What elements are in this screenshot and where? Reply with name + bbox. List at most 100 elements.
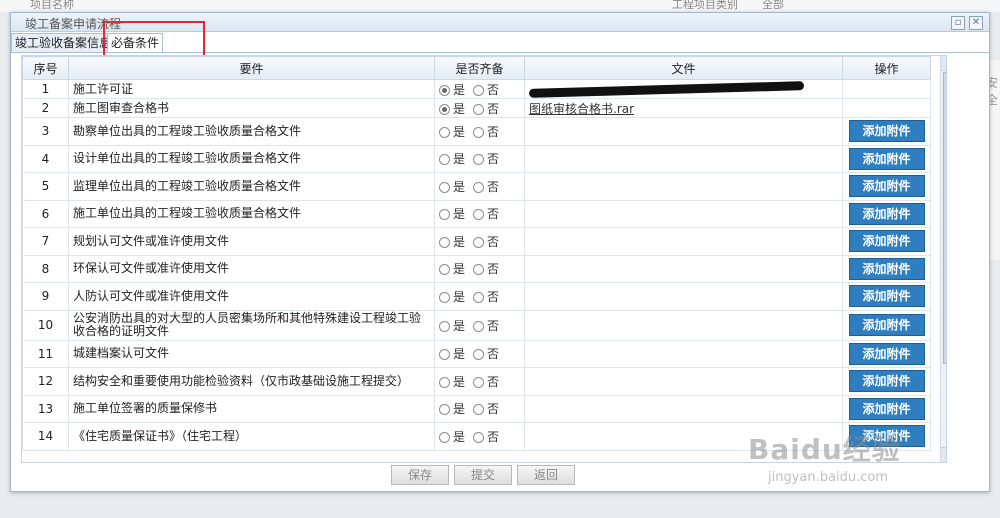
option-yes[interactable]: 是 <box>439 178 465 195</box>
row-requirement: 城建档案认可文件 <box>68 339 435 368</box>
row-action <box>842 98 931 118</box>
submit-button[interactable]: 提交 <box>454 465 512 485</box>
radio-yes[interactable] <box>439 209 450 221</box>
scrollbar-thumb[interactable] <box>943 72 946 364</box>
radio-no[interactable] <box>473 404 485 416</box>
option-yes[interactable]: 是 <box>439 81 465 98</box>
radio-no[interactable] <box>473 291 485 303</box>
option-no[interactable]: 否 <box>473 400 499 417</box>
option-yes[interactable]: 是 <box>439 123 465 140</box>
radio-yes[interactable] <box>439 376 450 388</box>
save-button[interactable]: 保存 <box>391 465 449 485</box>
option-yes[interactable]: 是 <box>439 428 465 445</box>
row-file <box>524 144 843 173</box>
tab-acceptance-info[interactable]: 竣工验收备案信息 <box>11 33 116 52</box>
option-yes[interactable]: 是 <box>439 345 465 362</box>
table-row: 1 施工许可证是否 <box>22 79 931 99</box>
radio-no[interactable] <box>473 349 485 361</box>
option-no[interactable]: 否 <box>473 260 499 277</box>
row-complete-options: 是否 <box>434 367 525 396</box>
radio-yes[interactable] <box>439 264 450 276</box>
radio-yes[interactable] <box>439 181 450 193</box>
bg-field-label-category: 工程项目类别 <box>672 0 738 11</box>
add-attachment-button[interactable]: 添加附件 <box>848 370 925 393</box>
radio-yes[interactable] <box>439 126 450 138</box>
radio-yes[interactable] <box>439 103 450 115</box>
bg-field-label-name: 项目名称 <box>30 0 74 11</box>
option-no[interactable]: 否 <box>473 205 499 222</box>
vertical-scrollbar[interactable]: ▲ ▼ <box>940 56 946 462</box>
radio-no[interactable] <box>473 209 485 221</box>
option-yes[interactable]: 是 <box>439 373 465 390</box>
radio-yes[interactable] <box>439 320 450 332</box>
option-yes[interactable]: 是 <box>439 288 465 305</box>
row-requirement: 公安消防出具的对大型的人员密集场所和其他特殊建设工程竣工验收合格的证明文件 <box>68 309 435 341</box>
add-attachment-button[interactable]: 添加附件 <box>848 147 925 170</box>
option-no[interactable]: 否 <box>473 123 499 140</box>
radio-no[interactable] <box>473 320 485 332</box>
add-attachment-button[interactable]: 添加附件 <box>848 314 925 336</box>
option-yes-label: 是 <box>453 207 466 222</box>
radio-no[interactable] <box>473 126 485 138</box>
radio-yes[interactable] <box>439 431 450 443</box>
scroll-down-arrow-icon[interactable]: ▼ <box>941 447 946 462</box>
option-no[interactable]: 否 <box>473 233 499 250</box>
table-row: 5 监理单位出具的工程竣工验收质量合格文件是否添加附件 <box>22 172 931 201</box>
row-seq: 11 <box>22 339 69 368</box>
radio-no[interactable] <box>473 236 485 248</box>
option-yes[interactable]: 是 <box>439 400 465 417</box>
option-no[interactable]: 否 <box>473 373 499 390</box>
radio-no[interactable] <box>473 181 485 193</box>
radio-yes[interactable] <box>439 84 450 96</box>
attachment-link[interactable]: 图纸审核合格书.rar <box>529 102 634 116</box>
option-no[interactable]: 否 <box>473 317 499 334</box>
table-row: 2 施工图审查合格书是否图纸审核合格书.rar <box>22 98 931 118</box>
add-attachment-button[interactable]: 添加附件 <box>848 175 925 198</box>
row-file <box>524 172 843 201</box>
radio-no[interactable] <box>473 154 485 166</box>
approval-dialog: 竣工备案申请流程 ▫ ✕ 竣工验收备案信息 必备条件 序号 要件 是否齐备 文件… <box>10 12 990 492</box>
row-requirement: 施工单位出具的工程竣工验收质量合格文件 <box>68 199 435 228</box>
option-yes[interactable]: 是 <box>439 233 465 250</box>
option-yes[interactable]: 是 <box>439 317 465 334</box>
radio-no[interactable] <box>473 264 485 276</box>
add-attachment-button[interactable]: 添加附件 <box>848 202 925 225</box>
radio-yes[interactable] <box>439 349 450 361</box>
option-no[interactable]: 否 <box>473 288 499 305</box>
row-requirement: 《住宅质量保证书》（住宅工程） <box>68 422 435 451</box>
row-seq: 6 <box>22 199 69 228</box>
radio-yes[interactable] <box>439 236 450 248</box>
option-no[interactable]: 否 <box>473 178 499 195</box>
row-action: 添加附件 <box>842 199 931 228</box>
radio-no[interactable] <box>473 103 485 115</box>
radio-yes[interactable] <box>439 291 450 303</box>
add-attachment-button[interactable]: 添加附件 <box>848 230 925 253</box>
option-yes[interactable]: 是 <box>439 205 465 222</box>
add-attachment-button[interactable]: 添加附件 <box>848 342 925 365</box>
option-no[interactable]: 否 <box>473 345 499 362</box>
scroll-up-arrow-icon[interactable]: ▲ <box>941 56 946 71</box>
restore-icon[interactable]: ▫ <box>951 16 965 30</box>
option-no[interactable]: 否 <box>473 100 499 117</box>
add-attachment-button[interactable]: 添加附件 <box>848 285 925 308</box>
radio-no[interactable] <box>473 376 485 388</box>
row-complete-options: 是否 <box>434 254 525 283</box>
row-complete-options: 是否 <box>434 394 525 423</box>
radio-no[interactable] <box>473 431 485 443</box>
add-attachment-button[interactable]: 添加附件 <box>848 397 925 420</box>
radio-yes[interactable] <box>439 404 450 416</box>
option-no[interactable]: 否 <box>473 150 499 167</box>
option-yes[interactable]: 是 <box>439 260 465 277</box>
row-requirement: 施工图审查合格书 <box>68 98 435 118</box>
close-icon[interactable]: ✕ <box>969 16 983 30</box>
radio-no[interactable] <box>473 84 485 96</box>
option-no[interactable]: 否 <box>473 428 499 445</box>
option-yes-label: 是 <box>453 101 466 116</box>
radio-yes[interactable] <box>439 154 450 166</box>
option-yes[interactable]: 是 <box>439 150 465 167</box>
add-attachment-button[interactable]: 添加附件 <box>848 120 925 143</box>
option-yes[interactable]: 是 <box>439 100 465 117</box>
back-button[interactable]: 返回 <box>517 465 575 485</box>
add-attachment-button[interactable]: 添加附件 <box>848 257 925 280</box>
option-no[interactable]: 否 <box>473 81 499 98</box>
